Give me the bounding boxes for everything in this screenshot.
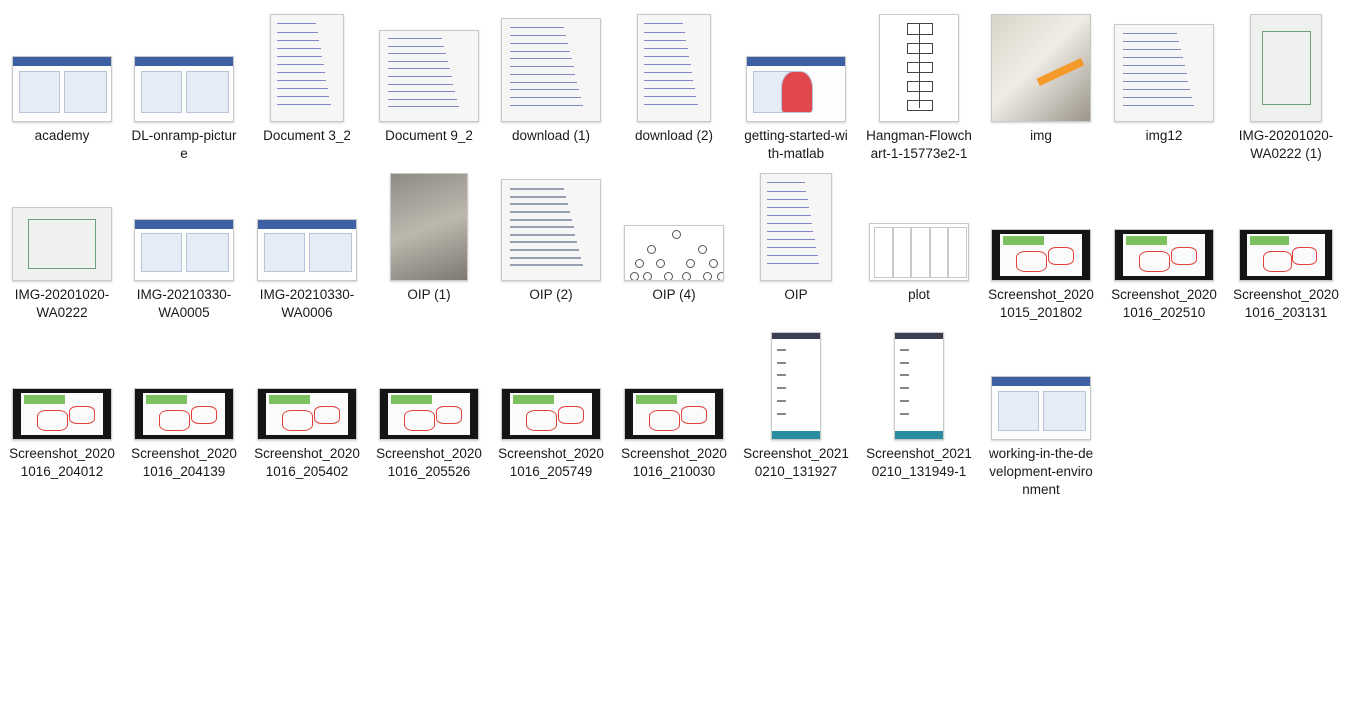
ui-screenshot-thumbnail-icon — [746, 14, 846, 122]
ui-screenshot-thumbnail-icon — [991, 332, 1091, 440]
ui-screenshot-thumbnail-icon — [134, 14, 234, 122]
photo-thumbnail-icon — [12, 173, 112, 281]
tree-diagram-thumbnail-icon — [624, 173, 724, 281]
file-name-label: Screenshot_20201016_202510 — [1111, 287, 1217, 320]
file-name-label: IMG-20201020-WA0222 — [14, 287, 110, 320]
slide-thumbnail-icon — [1114, 173, 1214, 281]
file-name-label: working-in-the-development-environment — [988, 446, 1094, 497]
photo-thumbnail-icon — [991, 14, 1091, 122]
ui-screenshot-thumbnail-icon — [257, 173, 357, 281]
handwritten-page-thumbnail-icon — [379, 14, 479, 122]
file-name-label: academy — [34, 128, 90, 143]
file-name-label: IMG-20201020-WA0222 (1) — [1238, 128, 1334, 161]
file-name-label: Screenshot_20201015_201802 — [988, 287, 1094, 320]
slide-thumbnail-icon — [134, 332, 234, 440]
file-name-label: Document 3_2 — [263, 128, 351, 143]
file-name-label: IMG-20210330-WA0006 — [259, 287, 355, 320]
file-name-label: Screenshot_20201016_205749 — [498, 446, 604, 479]
file-name-label: img12 — [1145, 128, 1183, 143]
handwritten-page-thumbnail-icon — [746, 173, 846, 281]
file-name-label: IMG-20210330-WA0005 — [136, 287, 232, 320]
flowchart-thumbnail-icon — [869, 14, 969, 122]
file-name-label: Screenshot_20210210_131949-1 — [866, 446, 972, 479]
photo-thumbnail-icon — [379, 173, 479, 281]
file-name-label: plot — [908, 287, 930, 302]
slide-thumbnail-icon — [379, 332, 479, 440]
photo-thumbnail-icon — [1236, 14, 1336, 122]
ui-screenshot-thumbnail-icon — [134, 173, 234, 281]
file-name-label: Screenshot_20201016_205402 — [254, 446, 360, 479]
slide-thumbnail-icon — [12, 332, 112, 440]
handwritten-page-thumbnail-icon — [501, 14, 601, 122]
file-name-label: Screenshot_20210210_131927 — [743, 446, 849, 479]
file-name-label: download (2) — [634, 128, 714, 143]
phone-screenshot-thumbnail-icon — [746, 332, 846, 440]
handwritten-page-thumbnail-icon — [1114, 14, 1214, 122]
file-name-label: img — [1030, 128, 1052, 143]
file-name-label: Screenshot_20201016_203131 — [1233, 287, 1339, 320]
grid-thumbnail-icon — [869, 173, 969, 281]
file-name-label: OIP (4) — [652, 287, 696, 302]
ui-screenshot-thumbnail-icon — [12, 14, 112, 122]
slide-thumbnail-icon — [257, 332, 357, 440]
slide-thumbnail-icon — [991, 173, 1091, 281]
file-name-label: Screenshot_20201016_205526 — [376, 446, 482, 479]
slide-thumbnail-icon — [501, 332, 601, 440]
file-name-label: DL-onramp-picture — [131, 128, 237, 161]
file-name-label: Document 9_2 — [385, 128, 473, 143]
file-name-label: OIP — [784, 287, 808, 302]
file-name-label: download (1) — [511, 128, 591, 143]
file-name-label: OIP (1) — [407, 287, 451, 302]
file-name-label: Hangman-Flowchart-1-15773e2-1 — [866, 128, 972, 161]
phone-screenshot-thumbnail-icon — [869, 332, 969, 440]
handwritten-page-thumbnail-icon — [624, 14, 724, 122]
slide-thumbnail-icon — [1236, 173, 1336, 281]
file-name-label: Screenshot_20201016_204012 — [9, 446, 115, 479]
file-name-label: OIP (2) — [529, 287, 573, 302]
handwritten-page-thumbnail-icon — [257, 14, 357, 122]
document-thumbnail-icon — [501, 173, 601, 281]
slide-thumbnail-icon — [624, 332, 724, 440]
file-name-label: Screenshot_20201016_204139 — [131, 446, 237, 479]
file-name-label: getting-started-with-matlab — [744, 128, 848, 161]
file-name-label: Screenshot_20201016_210030 — [621, 446, 727, 479]
